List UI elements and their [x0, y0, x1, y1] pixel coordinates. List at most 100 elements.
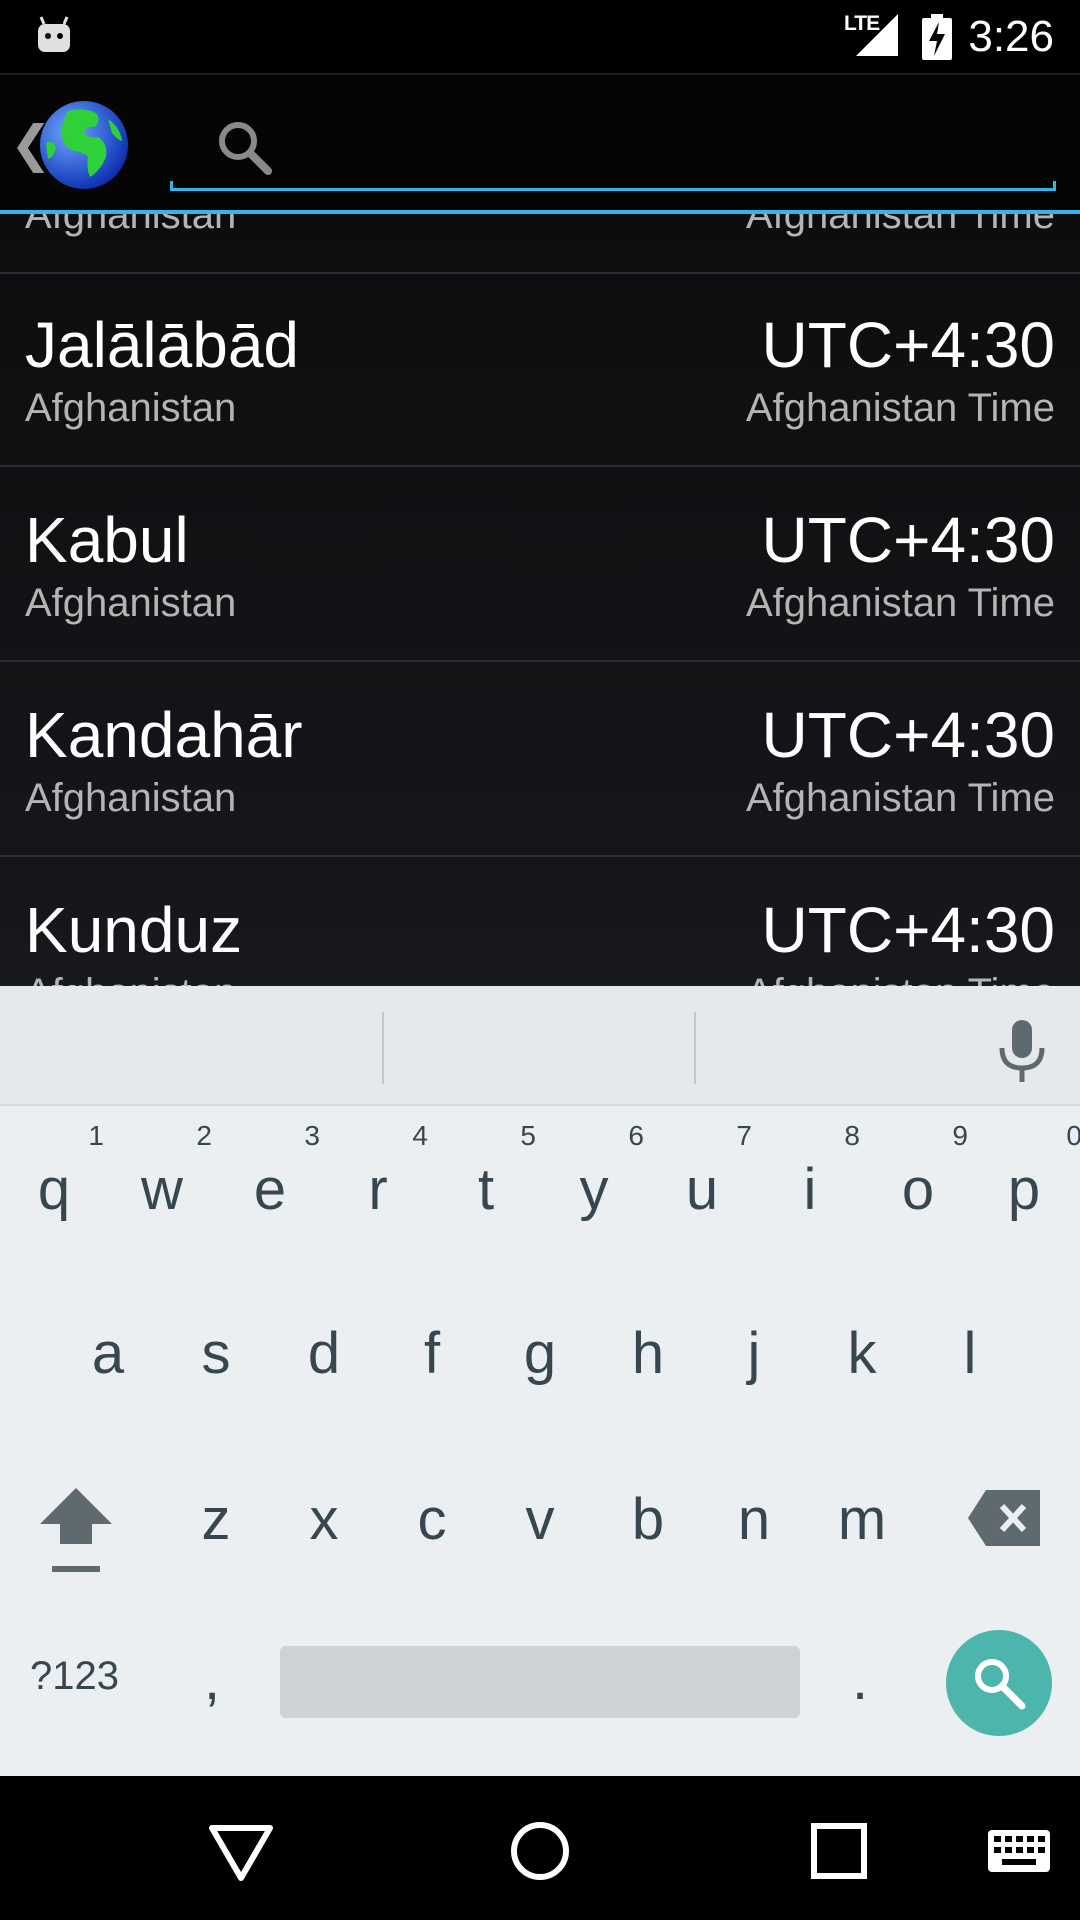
list-item-city: Kunduz [25, 894, 243, 966]
key-label: j [747, 1321, 761, 1386]
key-b[interactable]: b [598, 1486, 698, 1553]
app-globe-icon[interactable] [38, 99, 130, 191]
list-item-offset: UTC+4:30 [761, 894, 1055, 966]
key-hint: 7 [736, 1120, 752, 1151]
list-item-zone-name: Afghanistan Time [745, 776, 1055, 820]
list-item-offset: UTC+4:30 [761, 504, 1055, 576]
key-r[interactable]: r4 [328, 1120, 428, 1223]
key-hint: 6 [628, 1120, 644, 1151]
key-s[interactable]: s [166, 1320, 266, 1387]
timezone-list[interactable]: Afghanistan Afghanistan Time Jalālābād A… [0, 214, 1080, 986]
spacebar[interactable] [280, 1646, 800, 1718]
key-label: l [963, 1321, 977, 1386]
key-a[interactable]: a [58, 1320, 158, 1387]
list-item-zone-name: Afghanistan Time [746, 971, 1055, 986]
key-hint: 9 [952, 1120, 968, 1151]
period-key[interactable]: . [852, 1646, 868, 1713]
list-item-city: Kabul [25, 504, 189, 576]
key-w[interactable]: w2 [112, 1120, 212, 1223]
key-l[interactable]: l [920, 1320, 1020, 1387]
key-u[interactable]: u7 [652, 1120, 752, 1223]
soft-keyboard: q1 w2 e3 r4 t5 y6 u7 i8 o9 p0 a s d f g … [0, 986, 1080, 1776]
list-item-country: Afghanistan [25, 581, 237, 625]
key-c[interactable]: c [382, 1486, 482, 1553]
list-item-offset: UTC+4:30 [761, 309, 1055, 381]
key-label: b [631, 1487, 665, 1552]
key-label: e [253, 1157, 287, 1222]
recents-square-icon[interactable] [804, 1816, 874, 1886]
list-item[interactable]: Jalālābād Afghanistan UTC+4:30 Afghanist… [0, 272, 1080, 467]
list-item-country: Afghanistan [25, 386, 237, 430]
key-label: s [201, 1321, 231, 1386]
microphone-icon[interactable] [994, 1018, 1050, 1084]
search-action-key[interactable] [946, 1630, 1052, 1736]
list-item[interactable]: Kandahār Afghanistan UTC+4:30 Afghanista… [0, 662, 1080, 857]
key-hint: 4 [412, 1120, 428, 1151]
key-e[interactable]: e3 [220, 1120, 320, 1223]
key-q[interactable]: q1 [4, 1120, 104, 1223]
list-item-country: Afghanistan [25, 214, 237, 237]
key-label: u [685, 1157, 719, 1222]
key-label: n [737, 1487, 771, 1552]
key-m[interactable]: m [812, 1486, 912, 1553]
key-z[interactable]: z [166, 1486, 266, 1553]
signal-icon [856, 14, 898, 56]
list-item-city: Kandahār [25, 699, 303, 771]
key-o[interactable]: o9 [868, 1120, 968, 1223]
key-p[interactable]: p0 [974, 1120, 1080, 1223]
key-i[interactable]: i8 [760, 1120, 860, 1223]
search-field-underline [170, 181, 1056, 191]
search-field[interactable] [170, 101, 1056, 191]
list-item-zone-name: Afghanistan Time [745, 386, 1055, 430]
key-k[interactable]: k [812, 1320, 912, 1387]
suggestion-strip [0, 986, 1080, 1106]
list-item-zone-name: Afghanistan Time [745, 581, 1055, 625]
key-label: g [523, 1321, 557, 1386]
key-label: t [477, 1157, 495, 1222]
key-label: y [579, 1157, 609, 1222]
symbols-key[interactable]: ?123 [30, 1654, 119, 1699]
key-y[interactable]: y6 [544, 1120, 645, 1223]
key-label: d [307, 1321, 341, 1386]
key-label: h [631, 1321, 665, 1386]
suggestion-divider [694, 1012, 696, 1084]
status-clock: 3:26 [968, 12, 1054, 61]
key-label: q [37, 1157, 71, 1222]
key-x[interactable]: x [274, 1486, 374, 1553]
key-hint: 2 [196, 1120, 212, 1151]
key-label: z [201, 1487, 231, 1552]
key-d[interactable]: d [274, 1320, 374, 1387]
key-g[interactable]: g [490, 1320, 590, 1387]
key-label: c [417, 1487, 447, 1552]
key-label: i [803, 1157, 817, 1222]
comma-key[interactable]: , [204, 1646, 220, 1713]
search-input[interactable] [290, 117, 1030, 177]
shift-key-icon[interactable] [36, 1486, 116, 1586]
backspace-key-icon[interactable] [966, 1488, 1042, 1548]
key-label: m [837, 1487, 887, 1552]
key-n[interactable]: n [704, 1486, 804, 1553]
key-label: w [141, 1157, 183, 1222]
list-item-partial[interactable]: Afghanistan Afghanistan Time [0, 214, 1080, 274]
key-label: v [525, 1487, 555, 1552]
key-label: x [309, 1487, 339, 1552]
key-v[interactable]: v [490, 1486, 590, 1553]
list-item[interactable]: Kunduz Afghanistan UTC+4:30 Afghanistan … [0, 857, 1080, 986]
home-circle-icon[interactable] [505, 1816, 575, 1886]
android-notification-icon [38, 16, 70, 52]
key-label: o [901, 1157, 935, 1222]
list-item[interactable]: Kabul Afghanistan UTC+4:30 Afghanistan T… [0, 467, 1080, 662]
status-bar: LTE 3:26 [0, 0, 1080, 73]
battery-charging-icon [922, 14, 952, 60]
key-h[interactable]: h [598, 1320, 698, 1387]
key-f[interactable]: f [382, 1320, 482, 1387]
key-hint: 5 [520, 1120, 536, 1151]
key-hint: 3 [304, 1120, 320, 1151]
key-hint: 0 [1066, 1120, 1080, 1151]
keyboard-switcher-icon[interactable] [984, 1816, 1054, 1886]
key-j[interactable]: j [704, 1320, 804, 1387]
back-triangle-icon[interactable] [206, 1816, 276, 1886]
key-hint: 8 [844, 1120, 860, 1151]
key-label: k [847, 1321, 877, 1386]
key-t[interactable]: t5 [436, 1120, 536, 1223]
